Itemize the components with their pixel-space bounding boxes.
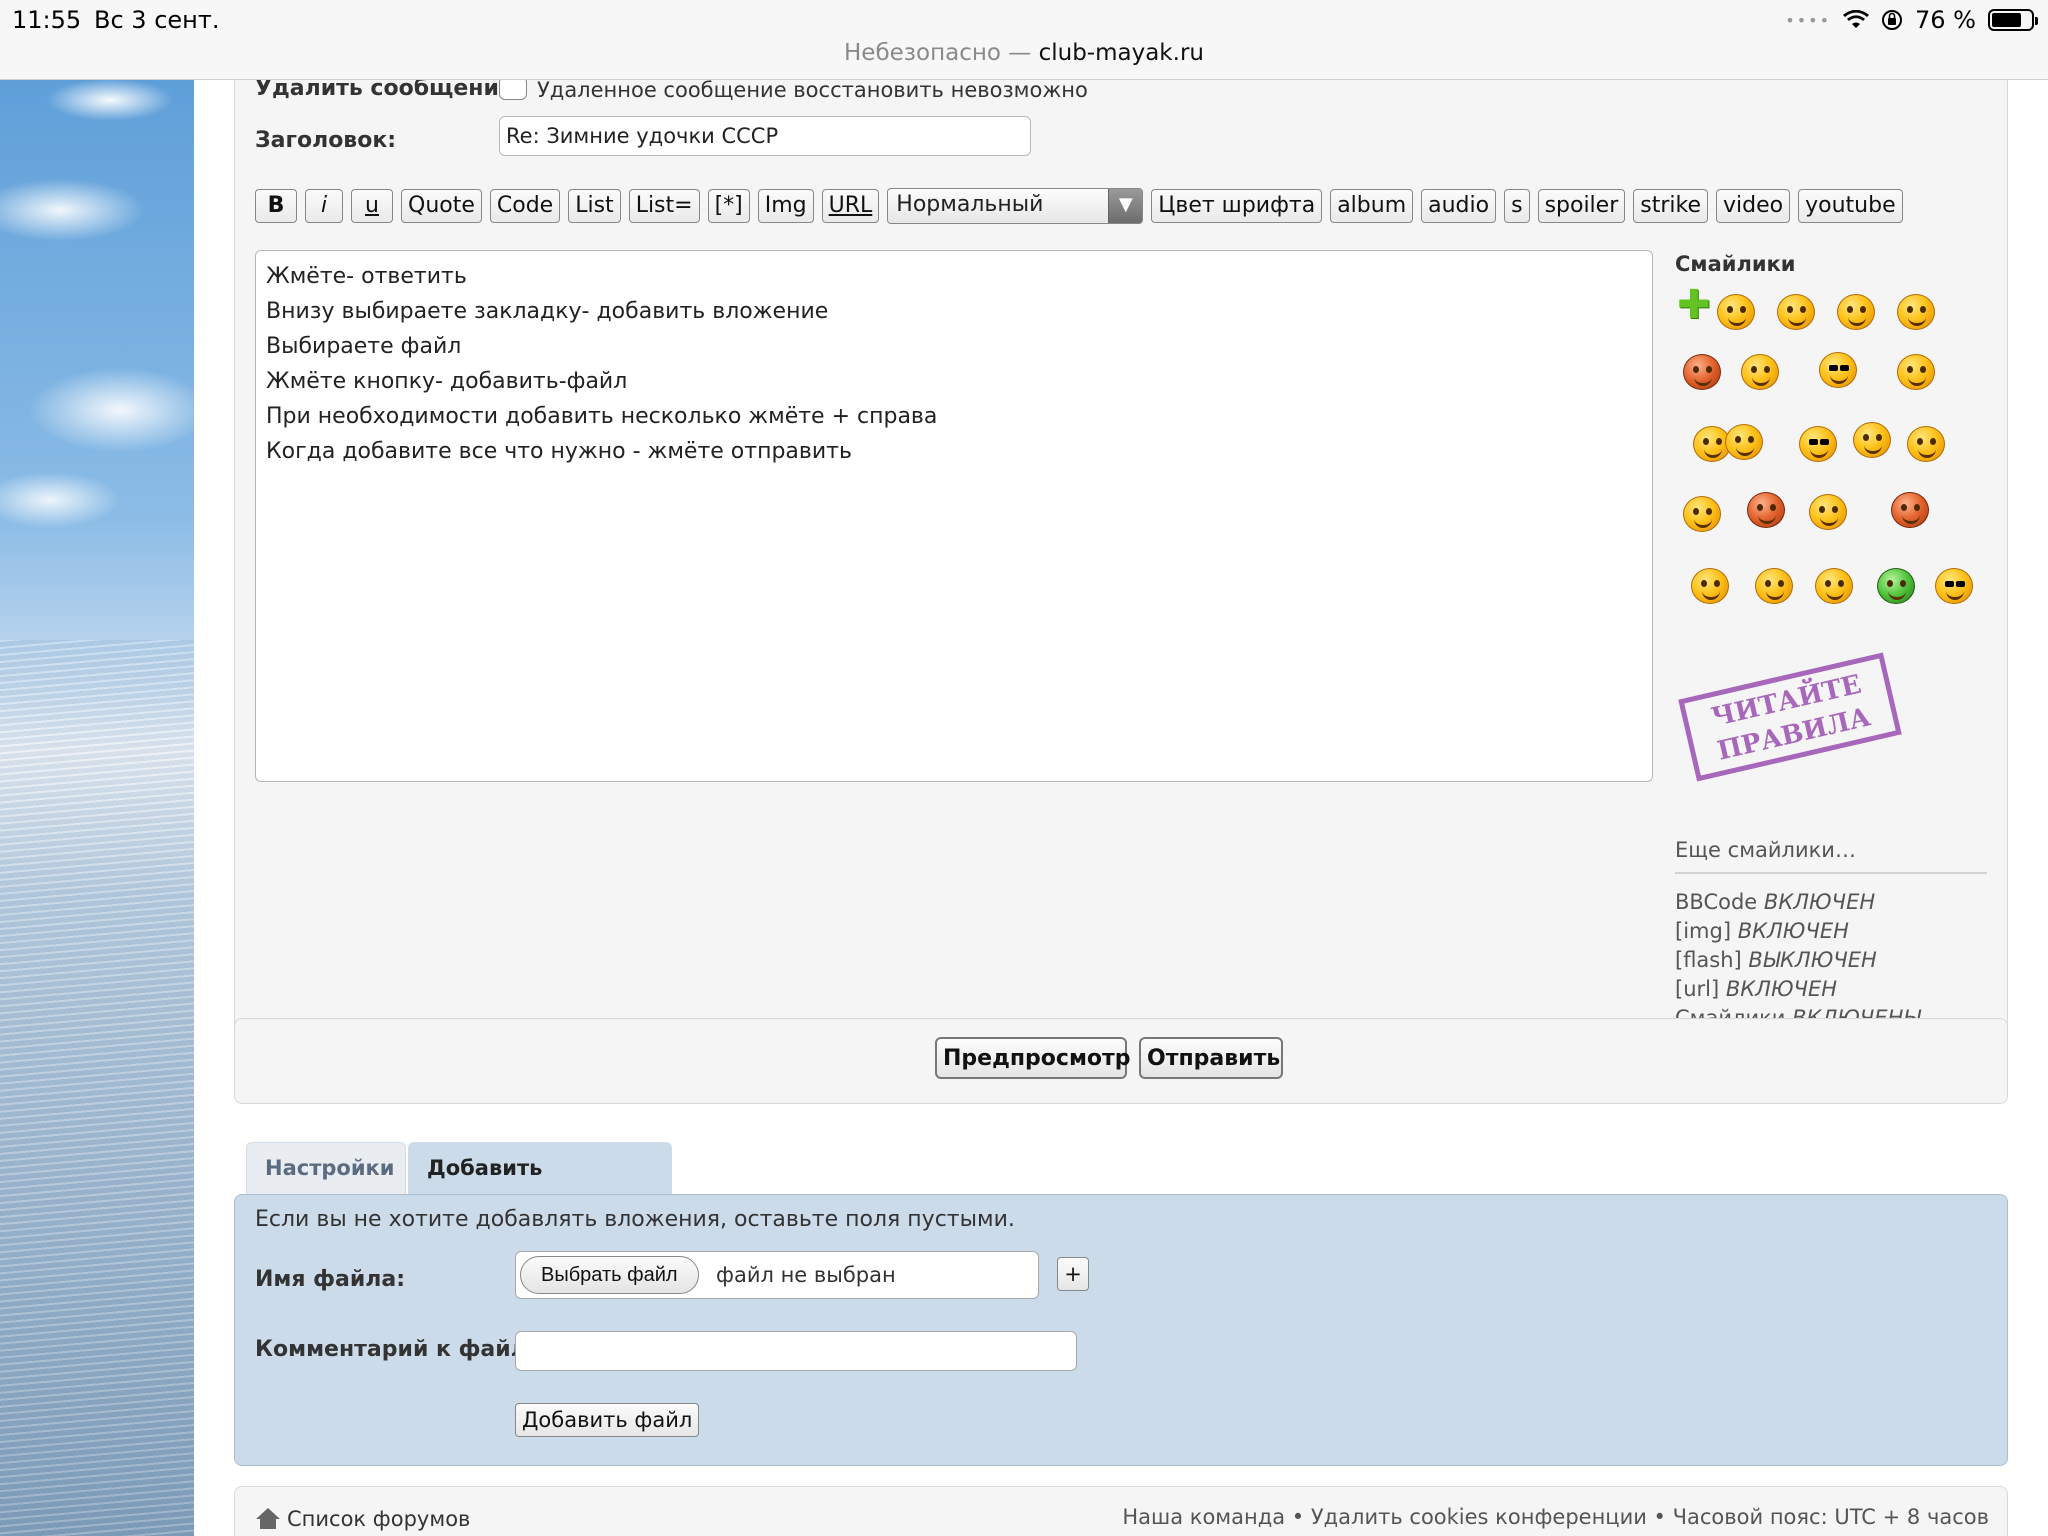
page-content: Удалить сообщение: Удаленное сообщение в… [194,60,2048,1536]
address-bar[interactable]: Небезопасно — club-mayak.ru [0,40,2048,66]
file-comment-input[interactable] [515,1331,1077,1371]
divider [1675,872,1987,874]
battery-icon [1988,9,2038,31]
audio-button[interactable]: audio [1421,189,1497,223]
message-textarea[interactable]: Жмёте- ответить Внизу выбираете закладку… [255,250,1653,782]
post-form-panel: Удалить сообщение: Удаленное сообщение в… [234,60,2008,1088]
wifi-icon [1843,10,1870,28]
background-image [0,80,194,1536]
add-file-button[interactable]: Добавить файл [515,1403,700,1437]
file-input[interactable]: Выбрать файл файл не выбран [515,1251,1039,1299]
smiley-icon[interactable] [1799,426,1837,462]
orientation-lock-icon [1882,10,1903,30]
status-icons: •••• 76 % [1785,6,2038,34]
bbcode-toolbar: B i u Quote Code List List= [*] Img URL … [255,188,1903,224]
tab-attachments[interactable]: Добавить вложения [408,1142,672,1230]
file-comment-label: Комментарий к файлу: [255,1337,550,1362]
more-smilies-link[interactable]: Еще смайлики… [1675,838,1856,862]
submit-button[interactable]: Отправить [1139,1037,1283,1079]
smiley-icon[interactable] [1741,354,1779,390]
quote-button[interactable]: Quote [401,189,482,223]
url-status: [url] ВКЛЮЧЕН [1675,977,1838,1001]
footer-bar: Список форумов Наша команда • Удалить co… [234,1486,2008,1536]
smiley-icon[interactable] [1819,352,1857,388]
home-icon [255,1508,281,1530]
smiley-icon[interactable] [1891,492,1929,528]
forum-list-link[interactable]: Список форумов [255,1507,470,1531]
preview-button[interactable]: Предпросмотр [935,1037,1131,1079]
underline-button[interactable]: u [351,189,393,223]
add-smiley-icon[interactable]: ✚ [1677,282,1711,328]
italic-button[interactable]: i [305,189,343,223]
footer-links[interactable]: Наша команда • Удалить cookies конференц… [1122,1505,1989,1529]
bold-button[interactable]: B [255,189,297,223]
smiley-icon[interactable] [1755,568,1793,604]
smiley-icon[interactable] [1935,568,1973,604]
font-size-value: Нормальный [896,192,1044,217]
subject-label: Заголовок: [255,128,397,153]
img-button[interactable]: Img [757,189,814,223]
message-line: Жмёте кнопку- добавить-файл [266,369,628,394]
delete-note: Удаленное сообщение восстановить невозмо… [537,78,1088,102]
smiley-icon[interactable] [1725,424,1763,460]
message-line: При необходимости добавить несколько жмё… [266,404,938,429]
smiley-icon[interactable] [1717,294,1755,330]
flash-status: [flash] ВЫКЛЮЧЕН [1675,948,1877,972]
file-name-label: Имя файла: [255,1267,406,1292]
smiley-icon[interactable] [1837,294,1875,330]
subject-input[interactable] [499,116,1031,156]
date: Вс 3 сент. [94,6,220,34]
clock: 11:55 [12,6,82,34]
message-line: Выбираете файл [266,334,462,359]
smiley-icon[interactable] [1809,494,1847,530]
choose-file-button[interactable]: Выбрать файл [520,1256,699,1294]
list-item-button[interactable]: [*] [707,189,750,223]
smiley-icon[interactable] [1777,294,1815,330]
smiley-icon[interactable] [1897,294,1935,330]
smiley-icon[interactable] [1691,568,1729,604]
url-domain: club-mayak.ru [1038,40,1204,66]
youtube-button[interactable]: youtube [1798,189,1903,223]
smiley-icon[interactable] [1877,568,1915,604]
spoiler-button[interactable]: spoiler [1537,189,1626,223]
smiley-icon[interactable] [1815,568,1853,604]
bbcode-status: BBCode ВКЛЮЧЕН [1675,890,1876,914]
s-button[interactable]: s [1504,189,1530,223]
no-file-text: файл не выбран [716,1263,896,1287]
cellular-signal-icon: •••• [1785,10,1832,30]
tab-settings[interactable]: Настройки [246,1142,406,1194]
smiley-icon[interactable] [1683,496,1721,532]
submit-panel: Предпросмотр Отправить [234,1018,2008,1104]
code-button[interactable]: Code [489,189,561,223]
attachments-panel: Если вы не хотите добавлять вложения, ос… [234,1194,2008,1466]
url-button[interactable]: URL [821,189,880,223]
message-line: Внизу выбираете закладку- добавить вложе… [266,299,829,324]
status-bar: 11:55 Вс 3 сент. Небезопасно — club-maya… [0,0,2048,80]
message-line: Когда добавите все что нужно - жмёте отп… [266,439,852,464]
message-line: Жмёте- ответить [266,264,467,289]
smiley-icon[interactable] [1683,354,1721,390]
strike-button[interactable]: strike [1633,189,1709,223]
smiley-icon[interactable] [1897,354,1935,390]
video-button[interactable]: video [1716,189,1791,223]
list-button[interactable]: List [568,189,621,223]
battery-percent: 76 % [1915,6,1976,34]
album-button[interactable]: album [1330,189,1414,223]
chevron-down-icon: ▼ [1108,189,1143,223]
smilies-title: Смайлики [1675,252,1796,276]
ordered-list-button[interactable]: List= [628,189,700,223]
font-size-select[interactable]: Нормальный ▼ [887,188,1144,224]
battery-level [1992,13,2021,27]
font-color-button[interactable]: Цвет шрифта [1151,189,1323,223]
smiley-icon[interactable] [1907,426,1945,462]
read-rules-stamp[interactable]: ЧИТАЙТЕ ПРАВИЛА [1678,652,1902,782]
insecure-label: Небезопасно — [844,40,1039,66]
attachments-hint: Если вы не хотите добавлять вложения, ос… [255,1207,1015,1232]
add-file-row-button[interactable]: + [1057,1257,1089,1291]
smiley-icon[interactable] [1747,492,1785,528]
img-status: [img] ВКЛЮЧЕН [1675,919,1849,943]
smiley-icon[interactable] [1853,422,1891,458]
forum-list-label: Список форумов [287,1507,471,1531]
